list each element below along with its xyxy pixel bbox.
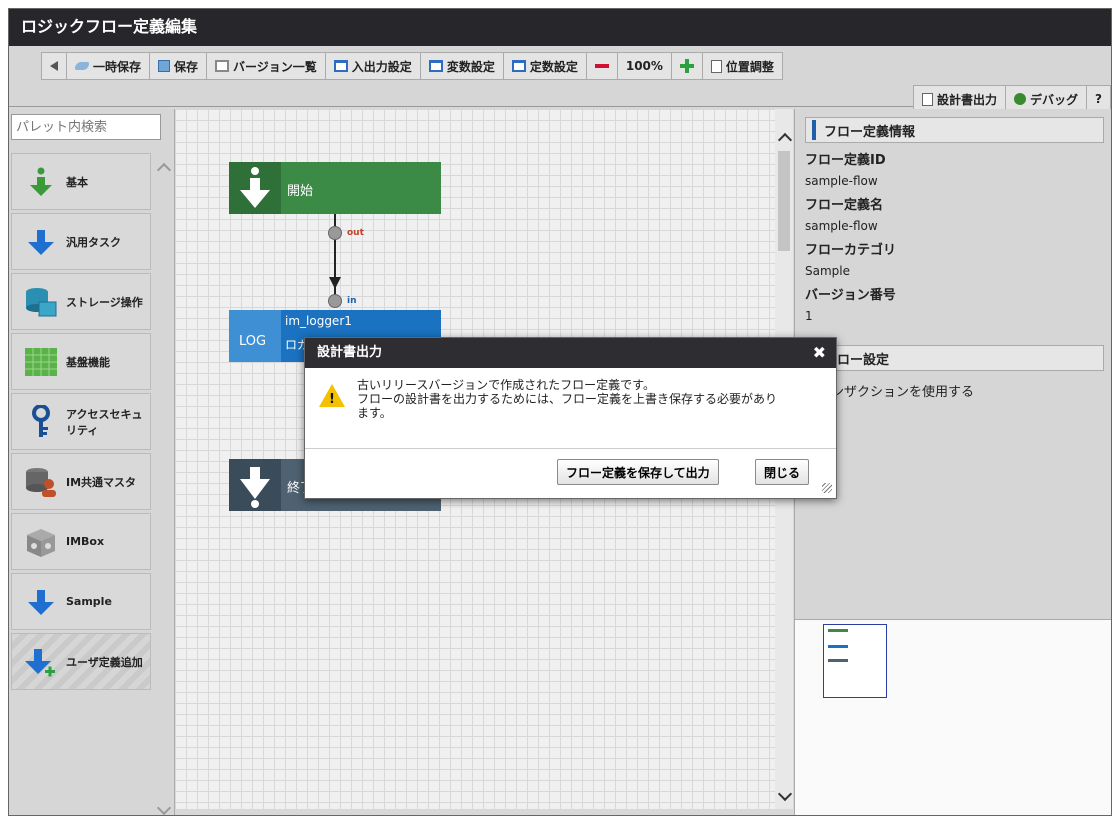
zoom-level: 100% (618, 53, 672, 79)
arrow-down-blue-icon (24, 225, 58, 259)
save-and-output-button[interactable]: フロー定義を保存して出力 (557, 459, 719, 485)
temp-save-icon (75, 62, 89, 70)
close-icon[interactable]: ✖ (813, 338, 826, 368)
dialog-title: 設計書出力 (317, 345, 383, 360)
palette-item-platform[interactable]: 基盤機能 (11, 333, 151, 390)
dialog-title-bar: 設計書出力 ✖ (305, 338, 836, 368)
end-icon (229, 459, 281, 511)
scroll-down-icon (777, 786, 793, 802)
window-icon (215, 60, 230, 72)
palette: 基本 汎用タスク ストレージ操作 基盤機能 アクセスセキュリティ IM共通マスタ (9, 109, 175, 815)
toolbar-main: 一時保存 保存 バージョン一覧 入出力設定 変数設定 定数設定 100% 位置調… (41, 52, 783, 80)
minimap-viewport[interactable] (823, 624, 887, 698)
window-title: ロジックフロー定義編集 (9, 9, 1111, 46)
port-in[interactable] (328, 294, 342, 308)
position-adjust-button[interactable]: 位置調整 (703, 53, 782, 79)
dialog-message: 古いリリースバージョンで作成されたフロー定義です。 フローの設計書を出力するため… (357, 378, 778, 420)
palette-item-im-master[interactable]: IM共通マスタ (11, 453, 151, 510)
flow-name-label: フロー定義名 (805, 198, 884, 213)
window-icon (333, 60, 348, 72)
transaction-setting: トランザクションを使用する (805, 385, 975, 400)
logger-node-id: im_logger1 (285, 314, 352, 328)
port-in-label: in (347, 296, 357, 306)
properties-panel: フロー定義情報 フロー定義ID sample-flow フロー定義名 sampl… (794, 109, 1111, 815)
window-icon (511, 60, 526, 72)
flow-id-value: sample-flow (805, 174, 878, 188)
flow-settings-header[interactable]: フロー設定 (805, 345, 1104, 371)
save-icon (158, 60, 171, 72)
box-icon (24, 525, 58, 559)
zoom-in-button[interactable] (672, 53, 703, 79)
palette-list: 基本 汎用タスク ストレージ操作 基盤機能 アクセスセキュリティ IM共通マスタ (11, 153, 151, 693)
toolbar: 一時保存 保存 バージョン一覧 入出力設定 変数設定 定数設定 100% 位置調… (9, 46, 1111, 112)
arrow-down-green-icon (24, 165, 58, 199)
key-icon (24, 404, 58, 439)
back-button[interactable] (42, 53, 67, 79)
palette-item-basic[interactable]: 基本 (11, 153, 151, 210)
version-value: 1 (805, 309, 813, 323)
align-icon (710, 59, 722, 73)
flow-name-value: sample-flow (805, 219, 878, 233)
palette-search-input[interactable] (11, 114, 161, 140)
plus-icon (679, 59, 694, 73)
palette-item-access-security[interactable]: アクセスセキュリティ (11, 393, 151, 450)
palette-item-sample[interactable]: Sample (11, 573, 151, 630)
port-out[interactable] (328, 226, 342, 240)
category-label: フローカテゴリ (805, 243, 897, 258)
flow-id-label: フロー定義ID (805, 153, 886, 168)
log-icon: LOG (229, 310, 281, 362)
scroll-up-icon (156, 162, 172, 178)
palette-scrollbar[interactable] (155, 153, 172, 815)
var-settings-button[interactable]: 変数設定 (421, 53, 504, 79)
zoom-out-button[interactable] (587, 53, 618, 79)
close-button[interactable]: 閉じる (755, 459, 810, 485)
database-user-icon (24, 465, 58, 499)
arrow-down-blue-icon (24, 585, 58, 619)
temp-save-button[interactable]: 一時保存 (67, 53, 151, 79)
toolbar-secondary: 設計書出力 デバッグ ? (913, 85, 1111, 112)
arrow-down-plus-icon (24, 645, 58, 679)
bug-icon (1014, 93, 1027, 105)
minus-icon (594, 64, 609, 68)
design-output-dialog: 設計書出力 ✖ ! 古いリリースバージョンで作成されたフロー定義です。 フローの… (304, 337, 837, 499)
scroll-down-icon (156, 800, 172, 815)
arrow-left-icon (50, 61, 58, 71)
save-button[interactable]: 保存 (150, 53, 208, 79)
resize-handle[interactable] (822, 483, 832, 493)
dialog-body: ! 古いリリースバージョンで作成されたフロー定義です。 フローの設計書を出力する… (305, 368, 836, 449)
grid-icon (24, 345, 58, 379)
const-settings-button[interactable]: 定数設定 (504, 53, 587, 79)
palette-item-storage[interactable]: ストレージ操作 (11, 273, 151, 330)
palette-item-general-task[interactable]: 汎用タスク (11, 213, 151, 270)
io-settings-button[interactable]: 入出力設定 (326, 53, 421, 79)
palette-item-add-user-defined[interactable]: ユーザ定義追加 (11, 633, 151, 690)
storage-icon (24, 285, 58, 319)
dialog-footer: フロー定義を保存して出力 閉じる (305, 449, 836, 497)
palette-item-imbox[interactable]: IMBox (11, 513, 151, 570)
category-value: Sample (805, 264, 850, 278)
version-label: バージョン番号 (805, 288, 896, 303)
version-list-button[interactable]: バージョン一覧 (207, 53, 326, 79)
port-out-label: out (347, 228, 364, 238)
document-icon (922, 92, 933, 106)
window-icon (428, 60, 443, 72)
scroll-up-icon (777, 132, 793, 148)
flow-info-header[interactable]: フロー定義情報 (805, 117, 1104, 143)
minimap[interactable] (795, 619, 1111, 815)
canvas-scroll-thumb[interactable] (778, 151, 790, 251)
